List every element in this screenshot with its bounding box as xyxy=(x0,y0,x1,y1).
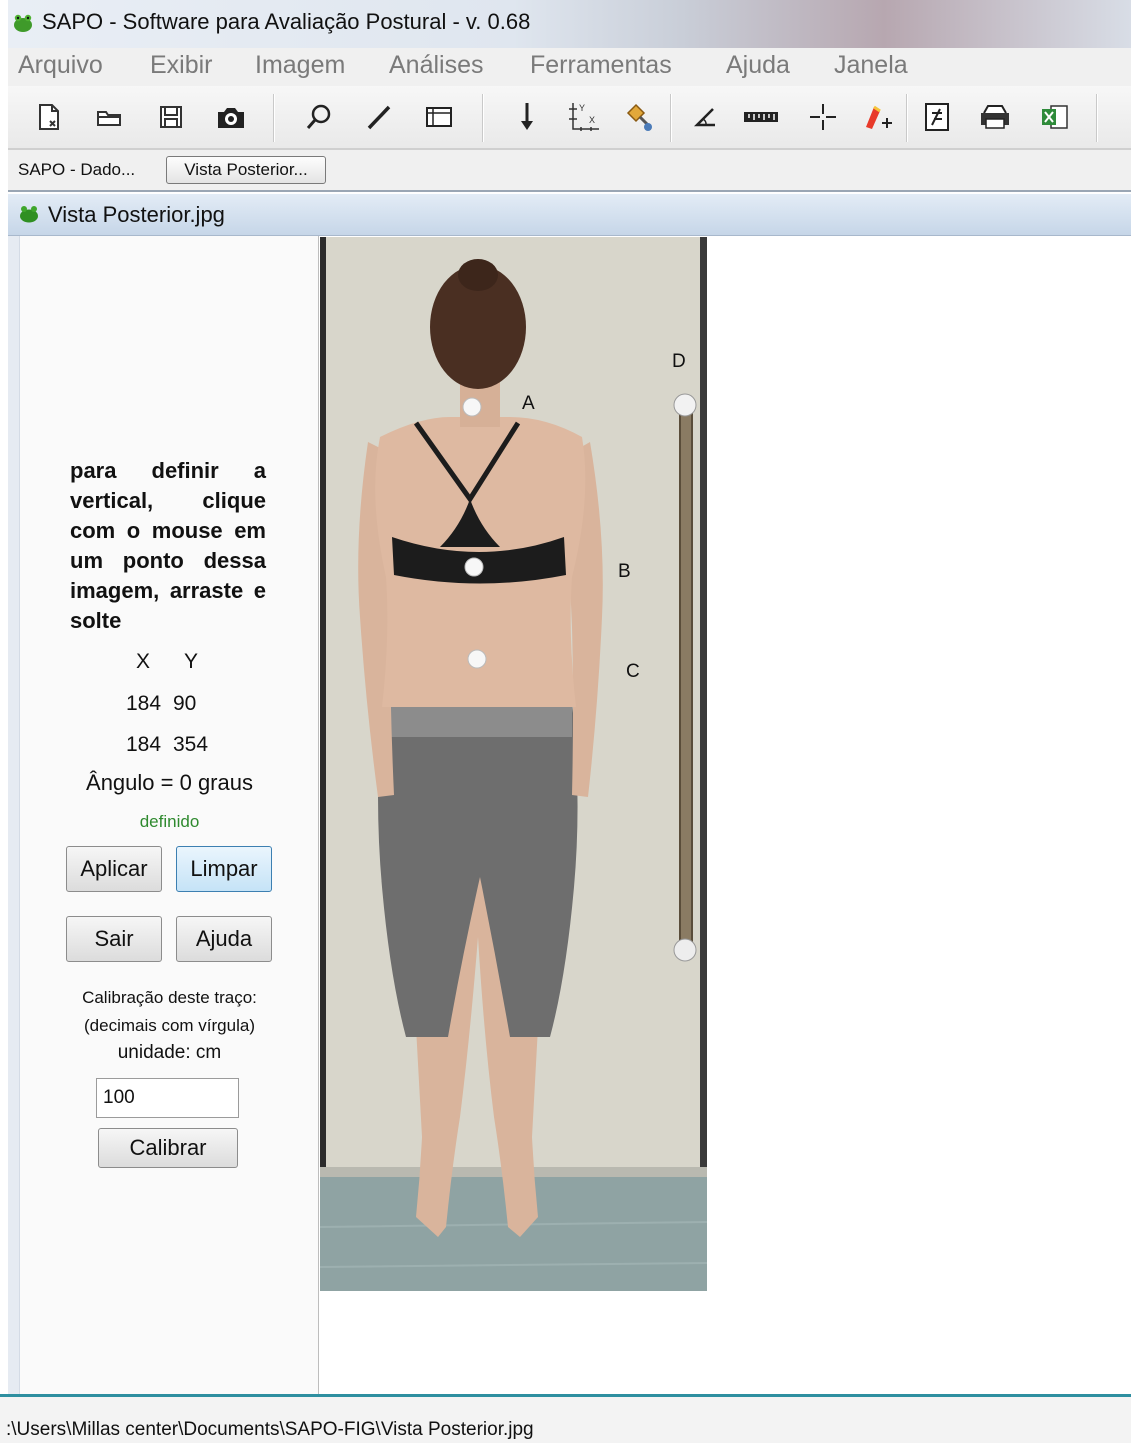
frog-icon xyxy=(20,206,38,223)
calibration-unit: unidade: cm xyxy=(117,1042,222,1063)
help-button[interactable]: Ajuda xyxy=(176,916,272,962)
marker-a-dot xyxy=(462,397,482,417)
angle-readout: Ângulo = 0 graus xyxy=(86,770,253,795)
menu-bar: Arquivo Exibir Imagem Análises Ferrament… xyxy=(8,48,1131,86)
crop-frame-icon[interactable] xyxy=(420,98,458,136)
axis-calibration-icon[interactable]: YX xyxy=(564,98,602,136)
frog-icon xyxy=(14,14,32,32)
point2-x: 184 xyxy=(126,733,162,756)
door-handle xyxy=(679,401,693,951)
save-disk-icon[interactable] xyxy=(152,98,190,136)
calibration-hint: (decimais com vírgula) xyxy=(84,1016,255,1035)
apply-button[interactable]: Aplicar xyxy=(66,846,162,892)
report-icon[interactable] xyxy=(918,98,956,136)
point1-x: 184 xyxy=(126,692,162,715)
door-frame-right xyxy=(700,237,707,1177)
marker-c-dot xyxy=(467,649,487,669)
excel-export-icon[interactable] xyxy=(1036,98,1074,136)
door-frame-left xyxy=(320,237,326,1177)
vertical-arrow-icon[interactable] xyxy=(508,98,546,136)
posture-photo-drawing: A B C D xyxy=(320,237,707,1291)
marker-label-d: D xyxy=(672,351,686,372)
marker-label-b: B xyxy=(618,561,631,582)
menu-ferramentas[interactable]: Ferramentas xyxy=(530,51,672,80)
status-text: definido xyxy=(139,812,200,831)
calibration-input[interactable]: 100 xyxy=(96,1078,239,1118)
point2-y: 354 xyxy=(173,733,209,756)
menu-janela[interactable]: Janela xyxy=(834,51,908,80)
menu-arquivo[interactable]: Arquivo xyxy=(18,51,103,80)
open-folder-icon[interactable] xyxy=(90,98,128,136)
toolbar-separator xyxy=(482,94,484,142)
waistband xyxy=(382,703,572,737)
menu-analises[interactable]: Análises xyxy=(389,51,484,80)
handle-marker-top xyxy=(673,393,697,417)
title-bar: SAPO - Software para Avaliação Postural … xyxy=(8,0,1131,48)
marker-label-c: C xyxy=(626,661,640,682)
marker-label-a: A xyxy=(522,393,535,414)
new-document-icon[interactable] xyxy=(30,98,68,136)
menu-imagem[interactable]: Imagem xyxy=(255,51,345,80)
ruler-icon[interactable] xyxy=(742,98,780,136)
file-path: :\Users\Millas center\Documents\SAPO-FIG… xyxy=(6,1419,534,1440)
posture-photo[interactable]: A B C D xyxy=(320,237,707,1291)
toolbar-separator xyxy=(906,94,908,142)
internal-frame-title: Vista Posterior.jpg xyxy=(48,202,225,227)
printer-icon[interactable] xyxy=(976,98,1014,136)
toolbar: YX xyxy=(8,86,1131,150)
auto-marker-icon[interactable] xyxy=(858,98,896,136)
frame-tab-vista-posterior[interactable]: Vista Posterior... xyxy=(166,156,326,184)
exit-button[interactable]: Sair xyxy=(66,916,162,962)
hair-bun xyxy=(458,259,498,291)
toolbar-separator xyxy=(670,94,672,142)
svg-text:X: X xyxy=(589,115,595,125)
toolbar-separator xyxy=(273,94,275,142)
left-edge-strip xyxy=(8,236,20,1394)
internal-frame-titlebar: Vista Posterior.jpg xyxy=(8,194,1131,236)
pencil-line-icon[interactable] xyxy=(360,98,398,136)
frame-tab-bar: SAPO - Dado... Vista Posterior... xyxy=(8,150,1131,192)
marker-b-dot xyxy=(464,557,484,577)
handle-marker-bottom xyxy=(673,938,697,962)
instruction-text: para definir a vertical, clique com o mo… xyxy=(70,458,266,633)
coord-header-y: Y xyxy=(184,650,199,673)
camera-icon[interactable] xyxy=(212,98,250,136)
angle-icon[interactable] xyxy=(686,98,724,136)
calibration-label: Calibração deste traço: xyxy=(82,988,257,1007)
svg-text:Y: Y xyxy=(579,103,585,113)
toolbar-separator xyxy=(1096,94,1098,142)
menu-exibir[interactable]: Exibir xyxy=(150,51,213,80)
app-window: SAPO - Software para Avaliação Postural … xyxy=(0,0,1131,1443)
marker-points-icon[interactable] xyxy=(620,98,658,136)
calibrate-button[interactable]: Calibrar xyxy=(98,1128,238,1168)
window-title: SAPO - Software para Avaliação Postural … xyxy=(42,9,531,34)
frame-tab-dados[interactable]: SAPO - Dado... xyxy=(18,160,135,180)
crosshair-icon[interactable] xyxy=(804,98,842,136)
status-bar: :\Users\Millas center\Documents\SAPO-FIG… xyxy=(0,1394,1131,1443)
point1-y: 90 xyxy=(173,692,197,715)
vertical-tool-panel: para definir a vertical, clique com o mo… xyxy=(20,236,319,1394)
menu-ajuda[interactable]: Ajuda xyxy=(726,51,790,80)
coord-header-x: X xyxy=(136,650,151,673)
magnifier-icon[interactable] xyxy=(300,98,338,136)
clear-button[interactable]: Limpar xyxy=(176,846,272,892)
